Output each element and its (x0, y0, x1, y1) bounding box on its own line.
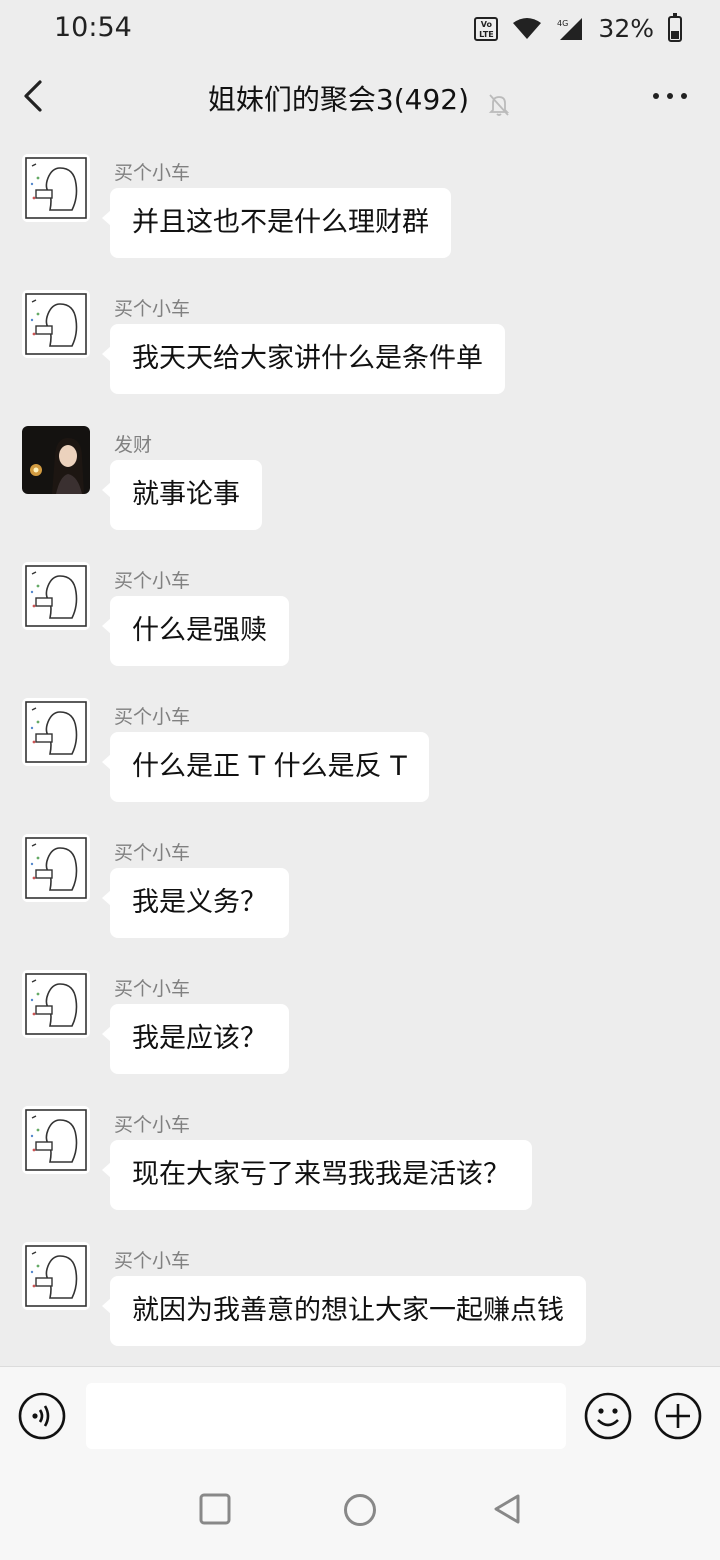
message-bubble[interactable]: 并且这也不是什么理财群 (102, 188, 451, 258)
voice-icon[interactable] (18, 1392, 66, 1440)
message-bubble[interactable]: 就事论事 (102, 460, 262, 530)
sender-name: 买个小车 (114, 978, 191, 1000)
recent-apps-icon[interactable] (198, 1492, 232, 1526)
message-row: 买个小车什么是正 T 什么是反 T (0, 694, 720, 802)
home-icon[interactable] (342, 1492, 378, 1528)
system-nav-bar (0, 1466, 720, 1560)
input-bar (0, 1366, 720, 1467)
mute-bell-icon (488, 93, 510, 116)
avatar[interactable] (22, 154, 90, 222)
sender-name: 发财 (114, 434, 153, 456)
plus-icon[interactable] (654, 1392, 702, 1440)
message-bubble[interactable]: 我是义务？ (102, 868, 289, 938)
message-bubble[interactable]: 我是应该？ (102, 1004, 289, 1074)
message-row: 买个小车现在大家亏了来骂我我是活该？ (0, 1102, 720, 1210)
battery-percent: 32% (598, 14, 654, 43)
message-row: 买个小车我是应该？ (0, 966, 720, 1074)
message-row: 买个小车我天天给大家讲什么是条件单 (0, 286, 720, 394)
message-bubble[interactable]: 就因为我善意的想让大家一起赚点钱 (102, 1276, 586, 1346)
message-row: 买个小车并且这也不是什么理财群 (0, 150, 720, 258)
more-options-icon[interactable] (650, 78, 690, 114)
sender-name: 买个小车 (114, 1250, 191, 1272)
sender-name: 买个小车 (114, 570, 191, 592)
avatar[interactable] (22, 290, 90, 358)
avatar[interactable] (22, 698, 90, 766)
avatar[interactable] (22, 970, 90, 1038)
chat-header: 姐妹们的聚会3(492) (0, 62, 720, 132)
message-bubble[interactable]: 现在大家亏了来骂我我是活该？ (102, 1140, 532, 1210)
sender-name: 买个小车 (114, 162, 191, 184)
battery-icon (668, 12, 682, 42)
avatar[interactable] (22, 1106, 90, 1174)
back-nav-icon[interactable] (490, 1492, 524, 1526)
message-input[interactable] (86, 1383, 566, 1449)
message-row: 买个小车什么是强赎 (0, 558, 720, 666)
message-bubble[interactable]: 我天天给大家讲什么是条件单 (102, 324, 505, 394)
message-row: 买个小车就因为我善意的想让大家一起赚点钱 (0, 1238, 720, 1346)
avatar[interactable] (22, 834, 90, 902)
signal-icon: 4G (557, 17, 583, 40)
sender-name: 买个小车 (114, 706, 191, 728)
avatar[interactable] (22, 1242, 90, 1310)
message-row: 买个小车我是义务？ (0, 830, 720, 938)
status-time: 10:54 (54, 12, 132, 43)
message-bubble[interactable]: 什么是强赎 (102, 596, 289, 666)
battery-fill (671, 31, 679, 39)
emoji-icon[interactable] (584, 1392, 632, 1440)
sender-name: 买个小车 (114, 298, 191, 320)
status-bar: 10:54 Vo LTE 4G 32% (0, 0, 720, 62)
avatar[interactable] (22, 426, 90, 494)
message-row: 发财就事论事 (0, 422, 720, 530)
message-list[interactable]: 买个小车 并且这也不是什么理财群 买个小车 我天天给大家讲什么是条件单 发财 就事论事… (0, 150, 720, 1366)
volte-icon: Vo LTE (474, 16, 499, 41)
chat-title: 姐妹们的聚会3(492) (207, 83, 469, 116)
message-bubble[interactable]: 什么是正 T 什么是反 T (102, 732, 429, 802)
wifi-icon (513, 17, 542, 39)
avatar[interactable] (22, 562, 90, 630)
sender-name: 买个小车 (114, 842, 191, 864)
network-label: 4G (557, 19, 568, 28)
sender-name: 买个小车 (114, 1114, 191, 1136)
